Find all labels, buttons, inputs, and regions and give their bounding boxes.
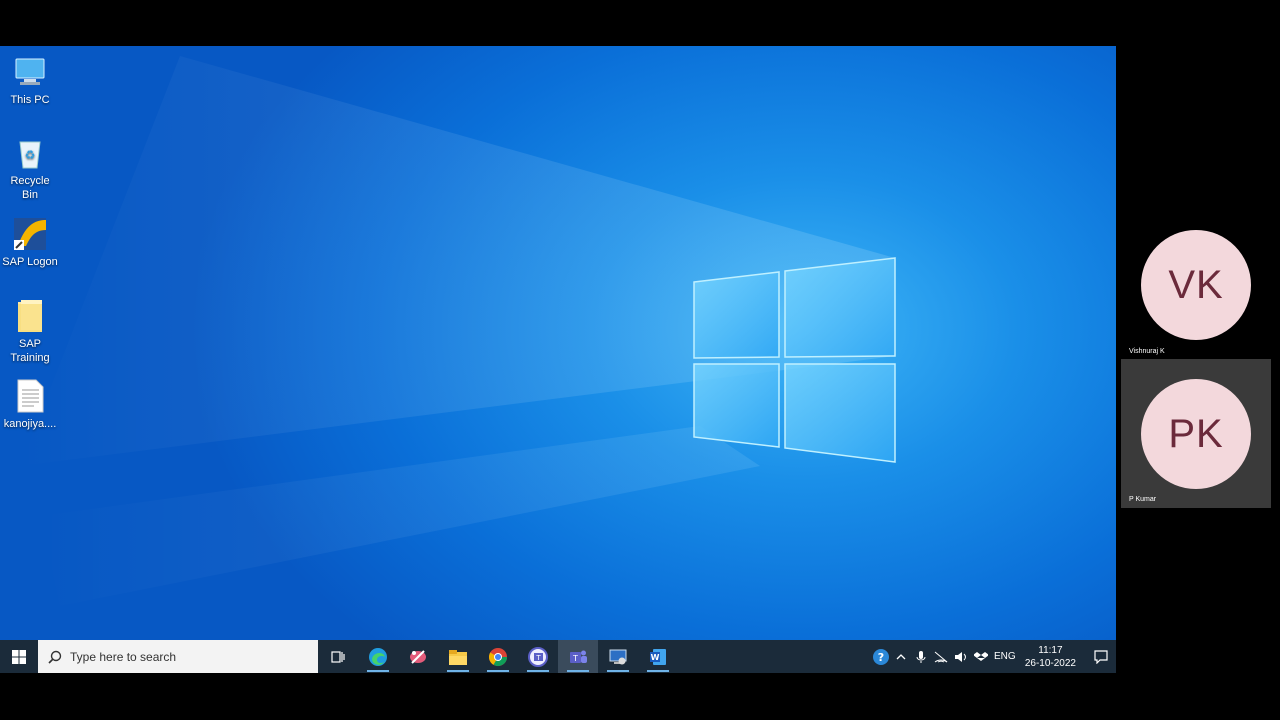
language-indicator[interactable]: ENG (991, 640, 1019, 673)
running-indicator (607, 670, 629, 672)
running-indicator (647, 670, 669, 672)
dropbox-icon[interactable] (971, 640, 991, 673)
notification-icon (1094, 649, 1108, 664)
teams-icon: T (570, 650, 587, 663)
start-button[interactable] (0, 640, 38, 673)
taskbar-app-teams[interactable]: T (558, 640, 598, 673)
svg-text:W: W (651, 653, 660, 662)
participant-tile-pk[interactable]: PK P Kumar (1121, 359, 1271, 508)
file-explorer-icon (449, 649, 467, 665)
snipping-tool-icon (410, 649, 426, 664)
word-icon: W (650, 648, 666, 665)
microphone-icon[interactable] (911, 640, 931, 673)
remote-desktop-icon (609, 649, 627, 664)
teams-classic-icon: T (528, 646, 548, 667)
taskbar-app-file-explorer[interactable] (438, 640, 478, 673)
desktop-icon-sap-logon[interactable]: SAP Logon (2, 216, 58, 269)
help-icon[interactable]: ? (871, 640, 891, 673)
shared-screen: This PC ♻ Recycle Bin SAP Logon SAP Trai… (0, 46, 1116, 673)
wallpaper-light-beams (20, 56, 895, 606)
avatar: PK (1141, 379, 1251, 489)
desktop-icon-sap-training[interactable]: SAP Training (2, 298, 58, 365)
notification-center-button[interactable] (1086, 640, 1116, 673)
taskbar-app-word[interactable]: W (638, 640, 678, 673)
svg-text:?: ? (878, 651, 884, 664)
desktop: This PC ♻ Recycle Bin SAP Logon SAP Trai… (0, 46, 1116, 640)
taskbar-clock[interactable]: 11:17 26-10-2022 (1019, 644, 1086, 670)
windows-start-icon (12, 649, 26, 664)
wifi-icon[interactable] (931, 640, 951, 673)
system-tray: ? ENG 11:17 26-10-2022 (871, 640, 1116, 673)
search-icon (48, 650, 62, 664)
avatar: VK (1141, 230, 1251, 340)
running-indicator (447, 670, 469, 672)
desktop-icon-recycle-bin[interactable]: ♻ Recycle Bin (2, 135, 58, 202)
taskbar-app-teams-classic[interactable]: T (518, 640, 558, 673)
computer-icon (12, 54, 48, 90)
running-indicator (567, 670, 589, 672)
svg-text:♻: ♻ (25, 148, 36, 162)
folder-icon (12, 298, 48, 334)
task-view-button[interactable] (318, 640, 358, 673)
taskbar-app-chrome[interactable] (478, 640, 518, 673)
task-view-icon (331, 650, 345, 663)
clock-date: 26-10-2022 (1024, 657, 1076, 669)
svg-text:T: T (572, 654, 578, 663)
running-indicator (487, 670, 509, 672)
participant-name: Vishnuraj K (1129, 348, 1165, 355)
desktop-icon-document[interactable]: kanojiya.... (2, 378, 58, 431)
search-placeholder: Type here to search (70, 649, 177, 664)
document-icon (12, 378, 48, 414)
participant-name: P Kumar (1129, 496, 1157, 503)
edge-icon (369, 647, 387, 666)
chrome-icon (488, 647, 507, 666)
desktop-icon-this-pc[interactable]: This PC (2, 54, 58, 107)
chevron-up-icon[interactable] (891, 640, 911, 673)
taskbar-app-remote-desktop[interactable] (598, 640, 638, 673)
taskbar-search-box[interactable]: Type here to search (38, 640, 318, 673)
recycle-bin-icon: ♻ (12, 135, 48, 171)
taskbar-app-snipping-tool[interactable] (398, 640, 438, 673)
taskbar-app-edge[interactable] (358, 640, 398, 673)
sap-logon-icon (12, 216, 48, 252)
clock-time: 11:17 (1038, 644, 1063, 656)
svg-text:T: T (535, 654, 541, 662)
running-indicator (527, 670, 549, 672)
volume-icon[interactable] (951, 640, 971, 673)
taskbar: Type here to search T T W ? ENG 11:17 26… (0, 640, 1116, 673)
windows-logo-wallpaper (693, 257, 896, 463)
participant-tile-vk[interactable]: VK Vishnuraj K (1121, 222, 1271, 358)
running-indicator (367, 670, 389, 672)
